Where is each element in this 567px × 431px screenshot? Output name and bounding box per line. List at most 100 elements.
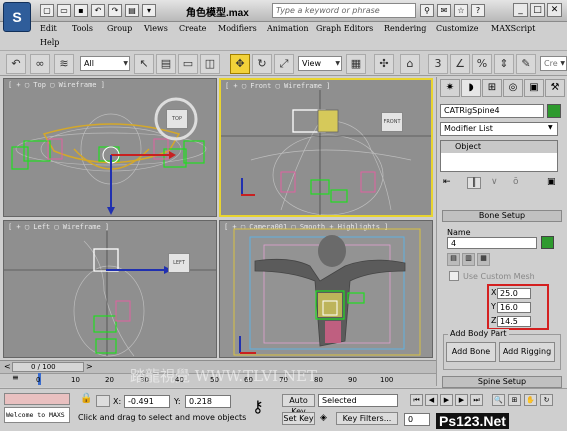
show-end-result-icon[interactable]: ║ — [467, 177, 481, 189]
fetch-icon[interactable]: ▾ — [142, 4, 156, 17]
new-file-icon[interactable]: ▢ — [40, 4, 54, 17]
auto-key-button[interactable]: Auto Key — [282, 394, 315, 416]
selection-filter-dropdown[interactable]: All — [80, 56, 130, 71]
display-tab-icon[interactable]: ▣ — [524, 79, 544, 97]
hold-icon[interactable]: ▤ — [125, 4, 139, 17]
add-bone-button[interactable]: Add Bone — [446, 342, 496, 362]
menu-edit[interactable]: Edit — [40, 24, 57, 33]
select-object-icon[interactable]: ↖ — [134, 54, 154, 74]
bone-tool-3-icon[interactable]: ▦ — [477, 253, 490, 266]
percent-snap-icon[interactable]: % — [472, 54, 492, 74]
key-mode-dropdown[interactable]: Selected — [318, 394, 398, 407]
set-key-key-icon[interactable]: ⚷ — [252, 397, 264, 416]
utilities-tab-icon[interactable]: ⚒ — [545, 79, 565, 97]
object-name-field[interactable]: CATRigSpine4 — [440, 104, 544, 118]
close-button[interactable]: ✕ — [547, 3, 562, 17]
menu-modifiers[interactable]: Modifiers — [218, 24, 257, 33]
viewport-left[interactable]: [ + ▢ Left ▢ Wireframe ] LEFT — [3, 220, 217, 358]
keyboard-shortcut-override-icon[interactable]: ⌂ — [400, 54, 420, 74]
menu-rendering[interactable]: Rendering — [384, 24, 426, 33]
go-to-start-icon[interactable]: ⏮ — [410, 394, 423, 406]
named-selection-sets-dropdown[interactable]: Cre — [540, 56, 567, 71]
pan-view-icon[interactable]: ✋ — [524, 394, 537, 406]
use-custom-mesh-checkbox[interactable] — [449, 271, 459, 281]
rectangular-selection-icon[interactable]: ▭ — [178, 54, 198, 74]
zoom-icon[interactable]: 🔍 — [492, 394, 505, 406]
bone-color-swatch[interactable] — [541, 236, 554, 249]
communication-center-icon[interactable]: ✉ — [437, 4, 451, 17]
stack-item-object[interactable]: Object — [441, 141, 557, 153]
x-coord-field[interactable]: -0.491 — [124, 395, 170, 408]
create-tab-icon[interactable]: ✷ — [440, 79, 460, 97]
pin-stack-icon[interactable]: ⇤ — [443, 177, 451, 187]
motion-tab-icon[interactable]: ◎ — [503, 79, 523, 97]
viewcube-top[interactable]: TOP — [166, 109, 188, 129]
undo-icon[interactable]: ↶ — [91, 4, 105, 17]
open-file-icon[interactable]: ▭ — [57, 4, 71, 17]
time-slider-next-icon[interactable]: > — [86, 362, 93, 371]
viewcube-front[interactable]: FRONT — [381, 112, 403, 132]
timeline[interactable]: 0 / 100 < > ≡ 0 10 20 30 40 50 60 70 80 … — [0, 360, 436, 387]
pivot-center-icon[interactable]: ▦ — [346, 54, 366, 74]
menu-help[interactable]: Help — [40, 38, 59, 47]
redo-icon[interactable]: ↷ — [108, 4, 122, 17]
y-size-spinner[interactable]: 16.0 — [497, 302, 531, 313]
bone-setup-rollout[interactable]: Bone Setup — [442, 210, 562, 222]
key-step-icon[interactable]: ◈ — [320, 413, 327, 423]
add-rigging-button[interactable]: Add Rigging — [499, 342, 555, 362]
make-unique-icon[interactable]: ∨ — [491, 177, 498, 187]
viewport-camera[interactable]: [ + ▢ Camera001 ▢ Smooth + Highlights ] — [219, 220, 433, 358]
reference-coordinate-dropdown[interactable]: View — [298, 56, 342, 71]
previous-frame-icon[interactable]: ◀ — [425, 394, 438, 406]
menu-views[interactable]: Views — [144, 24, 168, 33]
select-and-scale-icon[interactable]: ⤢ — [274, 54, 294, 74]
remove-modifier-icon[interactable]: ō — [513, 177, 519, 187]
bind-space-warp-icon[interactable]: ≋ — [54, 54, 74, 74]
play-icon[interactable]: ▶ — [440, 394, 453, 406]
go-to-end-icon[interactable]: ⏭ — [470, 394, 483, 406]
menu-tools[interactable]: Tools — [72, 24, 93, 33]
modifier-stack[interactable]: Object — [440, 140, 558, 172]
menu-animation[interactable]: Animation — [267, 24, 309, 33]
current-frame-field[interactable]: 0 — [404, 413, 430, 426]
restore-button[interactable]: □ — [530, 3, 545, 17]
edit-named-selection-icon[interactable]: ✎ — [516, 54, 536, 74]
binoculars-icon[interactable]: ⚲ — [420, 4, 434, 17]
window-crossing-icon[interactable]: ◫ — [200, 54, 220, 74]
menu-customize[interactable]: Customize — [436, 24, 479, 33]
select-manipulate-icon[interactable]: ✣ — [374, 54, 394, 74]
undo-tool-icon[interactable]: ↶ — [6, 54, 26, 74]
absolute-mode-icon[interactable] — [96, 395, 110, 407]
menu-maxscript[interactable]: MAXScript — [491, 24, 535, 33]
hierarchy-tab-icon[interactable]: ⊞ — [482, 79, 502, 97]
help-icon[interactable]: ? — [471, 4, 485, 17]
maxscript-listener[interactable]: Welcome to MAXS — [4, 407, 70, 423]
select-and-rotate-icon[interactable]: ↻ — [252, 54, 272, 74]
viewport-front[interactable]: [ + ▢ Front ▢ Wireframe ] FRONT — [219, 78, 433, 217]
zoom-all-icon[interactable]: ⊞ — [508, 394, 521, 406]
modifier-list-dropdown[interactable]: Modifier List — [440, 122, 558, 136]
next-frame-icon[interactable]: ▶ — [455, 394, 468, 406]
x-size-spinner[interactable]: 25.0 — [497, 288, 531, 299]
viewport-top[interactable]: [ + ▢ Top ▢ Wireframe ] TOP — [3, 78, 217, 217]
maxscript-mini-listener[interactable] — [4, 393, 70, 405]
spinner-snap-icon[interactable]: ⇕ — [494, 54, 514, 74]
bone-name-field[interactable]: 4 — [447, 237, 537, 249]
configure-modifier-sets-icon[interactable]: ▣ — [547, 177, 556, 187]
application-menu-icon[interactable]: S — [3, 2, 31, 32]
modify-tab-icon[interactable]: ◗ — [461, 79, 481, 97]
y-coord-field[interactable]: 0.218 — [185, 395, 231, 408]
search-input[interactable]: Type a keyword or phrase — [272, 3, 416, 18]
select-and-move-icon[interactable]: ✥ — [230, 54, 250, 74]
bone-tool-2-icon[interactable]: ▥ — [462, 253, 475, 266]
select-by-name-icon[interactable]: ▤ — [156, 54, 176, 74]
spine-setup-rollout[interactable]: Spine Setup — [442, 376, 562, 388]
save-file-icon[interactable]: ▪ — [74, 4, 88, 17]
minimize-button[interactable]: _ — [513, 3, 528, 17]
set-key-button[interactable]: Set Key — [282, 412, 315, 425]
snaps-toggle-icon[interactable]: 3 — [428, 54, 448, 74]
lock-selection-icon[interactable]: 🔒 — [80, 393, 92, 404]
select-and-link-icon[interactable]: ∞ — [30, 54, 50, 74]
orbit-icon[interactable]: ↻ — [540, 394, 553, 406]
angle-snap-icon[interactable]: ∠ — [450, 54, 470, 74]
